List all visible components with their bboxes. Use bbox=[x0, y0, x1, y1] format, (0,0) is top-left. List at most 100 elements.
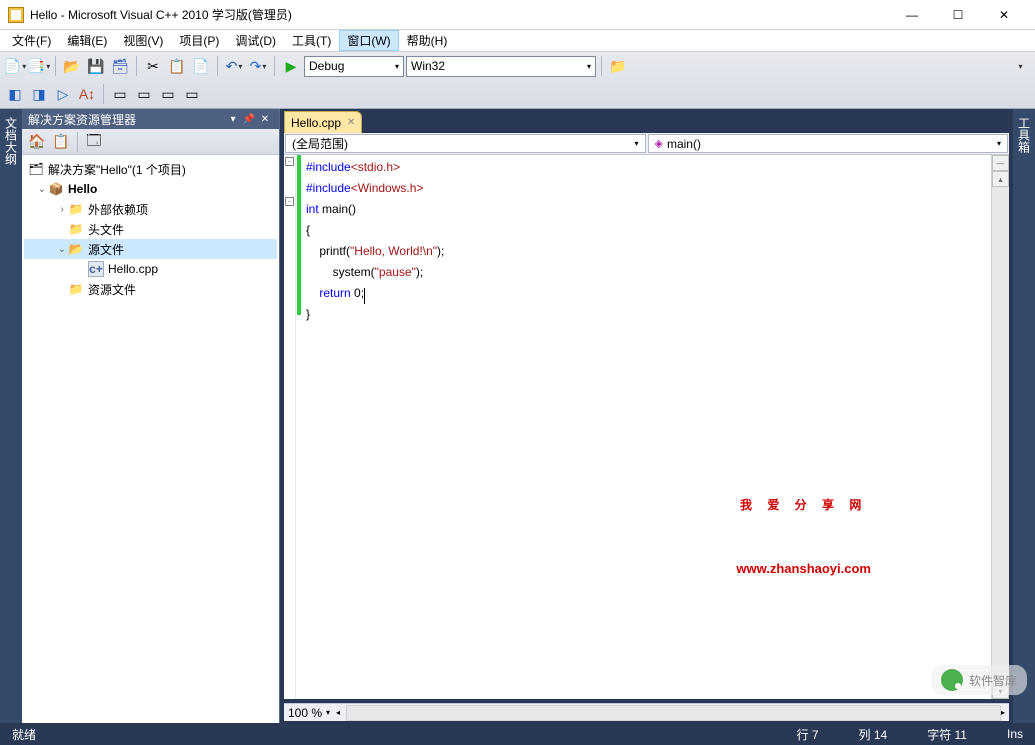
watermark: 我 爱 分 享 网 www.zhanshaoyi.com bbox=[736, 455, 871, 619]
tb2-btn2[interactable]: ◨ bbox=[28, 83, 50, 105]
panel-dropdown-button[interactable]: ▾ bbox=[225, 111, 241, 127]
file-tab-hello[interactable]: Hello.cpp ✕ bbox=[284, 111, 362, 133]
add-item-button[interactable]: 📑▾ bbox=[28, 55, 50, 77]
change-mark bbox=[297, 155, 301, 315]
status-col: 列 14 bbox=[859, 726, 888, 743]
tree-resources[interactable]: 📁 资源文件 bbox=[24, 279, 277, 299]
menu-file[interactable]: 文件(F) bbox=[4, 30, 59, 51]
method-icon: ◈ bbox=[655, 137, 663, 150]
tab-close-icon[interactable]: ✕ bbox=[347, 117, 355, 128]
code-editor[interactable]: - - #include<stdio.h> #include<Windows.h… bbox=[284, 155, 1009, 699]
scroll-right-button[interactable]: ▸ bbox=[1001, 708, 1005, 717]
sol-tb-refresh[interactable]: 📋 bbox=[50, 131, 72, 153]
minimize-button[interactable]: — bbox=[889, 0, 935, 30]
menu-edit[interactable]: 编辑(E) bbox=[59, 30, 115, 51]
tb2-btn7[interactable]: ▭ bbox=[157, 83, 179, 105]
new-project-button[interactable]: 📄▾ bbox=[4, 55, 26, 77]
sol-tb-home[interactable]: 🏠 bbox=[26, 131, 48, 153]
menu-bar: 文件(F) 编辑(E) 视图(V) 项目(P) 调试(D) 工具(T) 窗口(W… bbox=[0, 30, 1035, 52]
solution-explorer-header: 解决方案资源管理器 ▾ 📌 ✕ bbox=[22, 109, 279, 129]
scope-combo[interactable]: (全局范围)▾ bbox=[285, 134, 646, 153]
toolbar-area: 📄▾ 📑▾ 📂 💾 🗃 ✂ 📋 📄 ↶▾ ↷▾ ▶ Debug▾ Win32▾ … bbox=[0, 52, 1035, 109]
panel-close-button[interactable]: ✕ bbox=[257, 111, 273, 127]
project-icon: 📦 bbox=[48, 181, 64, 197]
save-button[interactable]: 💾 bbox=[85, 55, 107, 77]
status-bar: 就绪 行 7 列 14 字符 11 Ins bbox=[0, 723, 1035, 745]
copy-button[interactable]: 📋 bbox=[166, 55, 188, 77]
solution-tree: 🗂 解决方案"Hello"(1 个项目) ⌄ 📦 Hello › 📁 外部依赖项… bbox=[22, 155, 279, 723]
maximize-button[interactable]: ☐ bbox=[935, 0, 981, 30]
tree-headers[interactable]: 📁 头文件 bbox=[24, 219, 277, 239]
tree-sources[interactable]: ⌄ 📂 源文件 bbox=[24, 239, 277, 259]
tb2-btn4[interactable]: A↕ bbox=[76, 83, 98, 105]
editor-area: Hello.cpp ✕ (全局范围)▾ ◈ main()▾ - - #inclu… bbox=[280, 109, 1013, 723]
scroll-left-button[interactable]: ◂ bbox=[336, 708, 340, 717]
config-combo[interactable]: Debug▾ bbox=[304, 56, 404, 77]
folder-icon: 📁 bbox=[68, 281, 84, 297]
menu-debug[interactable]: 调试(D) bbox=[227, 30, 284, 51]
status-char: 字符 11 bbox=[927, 726, 967, 743]
tree-source-file[interactable]: c+ Hello.cpp bbox=[24, 259, 277, 279]
left-side-tab[interactable]: 文档大纲 bbox=[0, 109, 22, 723]
expand-icon[interactable]: › bbox=[56, 204, 68, 215]
editor-footer: 100 % ▾ ◂ ▸ bbox=[284, 703, 1009, 721]
panel-pin-button[interactable]: 📌 bbox=[241, 111, 257, 127]
toolbar-overflow-button[interactable]: ▾ bbox=[1009, 55, 1031, 77]
status-line: 行 7 bbox=[796, 726, 818, 743]
outline-collapse-icon[interactable]: - bbox=[285, 157, 294, 166]
app-icon bbox=[8, 7, 24, 23]
open-button[interactable]: 📂 bbox=[61, 55, 83, 77]
solution-explorer: 解决方案资源管理器 ▾ 📌 ✕ 🏠 📋 🗔 🗂 解决方案"Hello"(1 个项… bbox=[22, 109, 280, 723]
nav-bar: (全局范围)▾ ◈ main()▾ bbox=[284, 133, 1009, 155]
vertical-scrollbar[interactable]: — ▴ ▾ bbox=[991, 155, 1009, 699]
expand-icon[interactable]: ⌄ bbox=[36, 184, 48, 195]
folder-open-icon: 📂 bbox=[68, 241, 84, 257]
member-combo[interactable]: ◈ main()▾ bbox=[648, 134, 1009, 153]
save-all-button[interactable]: 🗃 bbox=[109, 55, 131, 77]
tree-solution-root[interactable]: 🗂 解决方案"Hello"(1 个项目) bbox=[24, 159, 277, 179]
folder-icon: 📁 bbox=[68, 221, 84, 237]
horizontal-scrollbar[interactable] bbox=[346, 705, 1001, 721]
outline-gutter: - - bbox=[284, 155, 296, 699]
tree-project[interactable]: ⌄ 📦 Hello bbox=[24, 179, 277, 199]
sol-tb-properties[interactable]: 🗔 bbox=[83, 131, 105, 153]
zoom-level[interactable]: 100 % bbox=[288, 706, 322, 720]
split-button[interactable]: — bbox=[992, 155, 1009, 171]
paste-button[interactable]: 📄 bbox=[190, 55, 212, 77]
cut-button[interactable]: ✂ bbox=[142, 55, 164, 77]
menu-tools[interactable]: 工具(T) bbox=[284, 30, 339, 51]
menu-view[interactable]: 视图(V) bbox=[115, 30, 171, 51]
logo-icon bbox=[941, 669, 963, 691]
undo-button[interactable]: ↶▾ bbox=[223, 55, 245, 77]
code-text[interactable]: #include<stdio.h> #include<Windows.h> in… bbox=[302, 155, 991, 699]
cpp-file-icon: c+ bbox=[88, 261, 104, 277]
expand-icon[interactable]: ⌄ bbox=[56, 244, 68, 255]
tb2-btn1[interactable]: ◧ bbox=[4, 83, 26, 105]
tb2-btn8[interactable]: ▭ bbox=[181, 83, 203, 105]
start-debug-button[interactable]: ▶ bbox=[280, 55, 302, 77]
title-bar: Hello - Microsoft Visual C++ 2010 学习版(管理… bbox=[0, 0, 1035, 30]
status-ready: 就绪 bbox=[12, 726, 36, 743]
menu-help[interactable]: 帮助(H) bbox=[399, 30, 456, 51]
folder-icon: 📁 bbox=[68, 201, 84, 217]
main-area: 文档大纲 解决方案资源管理器 ▾ 📌 ✕ 🏠 📋 🗔 🗂 解决方案"Hello"… bbox=[0, 109, 1035, 723]
platform-combo[interactable]: Win32▾ bbox=[406, 56, 596, 77]
window-title: Hello - Microsoft Visual C++ 2010 学习版(管理… bbox=[30, 6, 889, 23]
tab-strip: Hello.cpp ✕ bbox=[280, 109, 1013, 133]
close-button[interactable]: ✕ bbox=[981, 0, 1027, 30]
outline-collapse-icon[interactable]: - bbox=[285, 197, 294, 206]
solution-icon: 🗂 bbox=[28, 161, 44, 177]
status-ins: Ins bbox=[1007, 727, 1023, 741]
menu-window[interactable]: 窗口(W) bbox=[339, 30, 398, 51]
solution-toolbar: 🏠 📋 🗔 bbox=[22, 129, 279, 155]
solution-explorer-title: 解决方案资源管理器 bbox=[28, 111, 136, 128]
right-side-tab[interactable]: 工具箱 bbox=[1013, 109, 1035, 723]
scroll-up-button[interactable]: ▴ bbox=[992, 171, 1009, 187]
find-button[interactable]: 📁 bbox=[607, 55, 629, 77]
redo-button[interactable]: ↷▾ bbox=[247, 55, 269, 77]
menu-project[interactable]: 项目(P) bbox=[171, 30, 227, 51]
tb2-btn3[interactable]: ▷ bbox=[52, 83, 74, 105]
tree-external-deps[interactable]: › 📁 外部依赖项 bbox=[24, 199, 277, 219]
tb2-btn5[interactable]: ▭ bbox=[109, 83, 131, 105]
tb2-btn6[interactable]: ▭ bbox=[133, 83, 155, 105]
